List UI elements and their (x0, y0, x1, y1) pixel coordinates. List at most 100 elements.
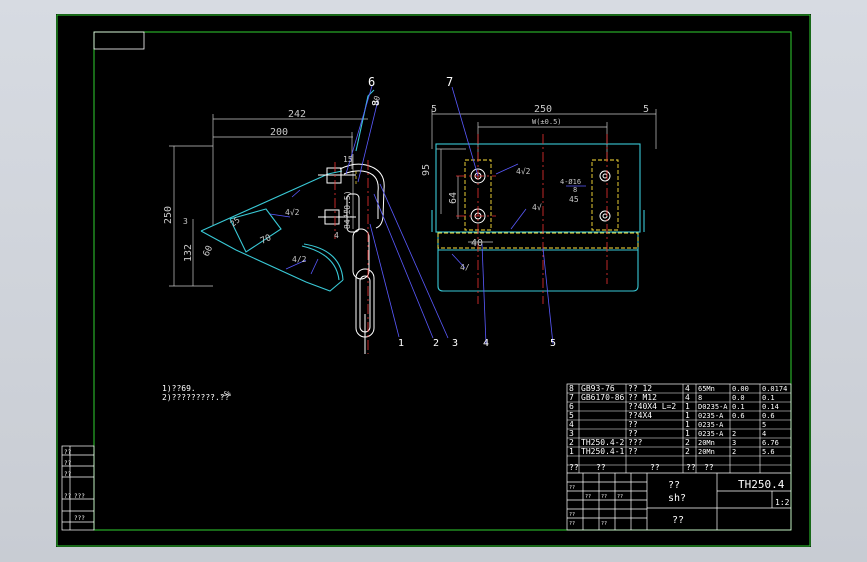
margin-bottom-1: ??? (74, 493, 85, 500)
weld-right-2: 4√ (532, 203, 542, 212)
bom-header-cell: ?? (569, 463, 579, 472)
dim-4: 4 (334, 231, 339, 240)
balloon-2: 2 (433, 338, 439, 349)
bom-cell-mat: 0235-A (698, 412, 724, 420)
tb-small-2: ?? (585, 494, 591, 500)
bom-cell-w1: 2 (732, 448, 736, 456)
dim-3: 3 (183, 217, 188, 226)
bom-cell-name: ?? (628, 447, 638, 456)
bom-cell-name: ?? 12 (628, 384, 652, 393)
bom-cell-mat: 65Mn (698, 385, 715, 393)
tb-small-3: ?? (601, 494, 607, 500)
bom-cell-qty: 1 (685, 429, 690, 438)
corner-code-box (93, 31, 145, 50)
bom-cell-w2: 4 (762, 430, 766, 438)
balloon-7: 7 (446, 75, 453, 89)
drawing-svg: 242 200 250 132 84(±0.5) 60 70 25 3 15 3… (56, 14, 811, 547)
right-leaders (451, 86, 586, 345)
right-bolts (470, 168, 611, 224)
margin-bottom-2: ??? (74, 515, 85, 522)
bom-cell-no: 3 (569, 429, 574, 438)
balloon-1: 1 (398, 338, 404, 349)
dim-small: 8 (573, 186, 577, 194)
margin-mark-4: ?? (64, 493, 72, 500)
title-mark-1: ?? (668, 480, 680, 491)
bom-cell-w2: 6.76 (762, 439, 779, 447)
balloon-8: 8 (371, 100, 382, 106)
left-side-view (169, 114, 368, 287)
weld-right-3: 4/ (460, 263, 470, 272)
bom-cell-w1: 3 (732, 439, 736, 447)
sheet-scale: 1:2 (775, 498, 790, 507)
dim-132: 132 (183, 244, 194, 262)
dim-95: 95 (421, 164, 432, 176)
bom-cell-qty: 1 (685, 411, 690, 420)
bom-cell-no: 8 (569, 384, 574, 393)
bom-cell-w1: 0.6 (732, 412, 745, 420)
bom-cell-qty: 1 (685, 402, 690, 411)
weld-symbol-2: 4/2 (292, 255, 307, 264)
bom-cell-qty: 4 (685, 393, 690, 402)
margin-mark-2: ?? (64, 460, 72, 467)
bom-cell-qty: 2 (685, 438, 690, 447)
bom-cell-name: ?? M12 (628, 393, 657, 402)
dim-200: 200 (270, 127, 288, 138)
bom-cell-w2: 0.6 (762, 412, 775, 420)
bom-cell-name: ??40X4 L=2 (628, 402, 676, 411)
title-mark-2: sh? (668, 493, 686, 504)
title-name: ?? (672, 515, 684, 526)
bom-header-cell: ?? (650, 463, 660, 472)
balloon-5: 5 (550, 338, 556, 349)
dim-242: 242 (288, 109, 306, 120)
sheet-code: TH250.4 (738, 478, 785, 491)
bom-cell-no: 6 (569, 402, 574, 411)
dim-5: 5 (343, 209, 348, 218)
dim-250-right: 250 (534, 104, 552, 115)
bom-cell-mat: 0235-A (698, 421, 724, 429)
balloon-3: 3 (452, 338, 458, 349)
dim-64: 64 (448, 192, 459, 204)
outer-sheet-border (56, 14, 811, 547)
dim-width: W(±0.5) (532, 118, 562, 126)
tb-small-6: ?? (569, 521, 575, 527)
dim-5-right: 5 (643, 104, 649, 115)
bom-cell-w1: 0.0 (732, 394, 745, 402)
bom-cell-w2: 0.1 (762, 394, 775, 402)
drawing-canvas[interactable]: 242 200 250 132 84(±0.5) 60 70 25 3 15 3… (56, 14, 811, 547)
note-tail: .5% (220, 391, 231, 398)
bom-cell-qty: 4 (685, 384, 690, 393)
tb-small-5: ?? (569, 512, 575, 518)
bom-cell-no: 4 (569, 420, 574, 429)
weld-symbol-1: 4√2 (285, 208, 300, 217)
bom-cell-no: 5 (569, 411, 574, 420)
dim-40: 40 (471, 238, 483, 249)
cad-viewport: 242 200 250 132 84(±0.5) 60 70 25 3 15 3… (0, 0, 867, 562)
tb-small-7: ?? (601, 521, 607, 527)
bom-cell-spec: TH250.4-1 (581, 447, 625, 456)
bom-cell-w1: 0.1 (732, 403, 745, 411)
dim-5-left: 5 (431, 104, 437, 115)
balloon-4: 4 (483, 338, 489, 349)
bom-cell-w2: 5.6 (762, 448, 775, 456)
note-line-1: 1)??69. (162, 384, 196, 393)
bom-cell-name: ??? (628, 438, 643, 447)
bom-cell-mat: 0235-A (698, 430, 724, 438)
bom-cell-no: 2 (569, 438, 574, 447)
bom-header-cell: ?? (686, 463, 696, 472)
bom-cell-w1: 2 (732, 430, 736, 438)
bom-cell-w1: 0.00 (732, 385, 749, 393)
balloon-6: 6 (368, 75, 375, 89)
bom-cell-w2: 0.0174 (762, 385, 787, 393)
bom-cell-spec: TH250.4-2 (581, 438, 625, 447)
margin-mark-1: ?? (64, 449, 72, 456)
bom-cell-name: ?? (628, 429, 638, 438)
bom-cell-mat: D0235-A (698, 403, 728, 411)
bom-cell-name: ?? (628, 420, 638, 429)
dim-hole: 4-Ø16 (560, 178, 581, 186)
tb-small-1: ?? (569, 485, 575, 491)
bom-cell-spec: GB6170-86 (581, 393, 625, 402)
dim-15: 15 (343, 155, 353, 164)
bom-cell-mat: 20Mn (698, 448, 715, 456)
bom-cell-spec: GB93-76 (581, 384, 615, 393)
bom-header-cell: ?? (596, 463, 606, 472)
